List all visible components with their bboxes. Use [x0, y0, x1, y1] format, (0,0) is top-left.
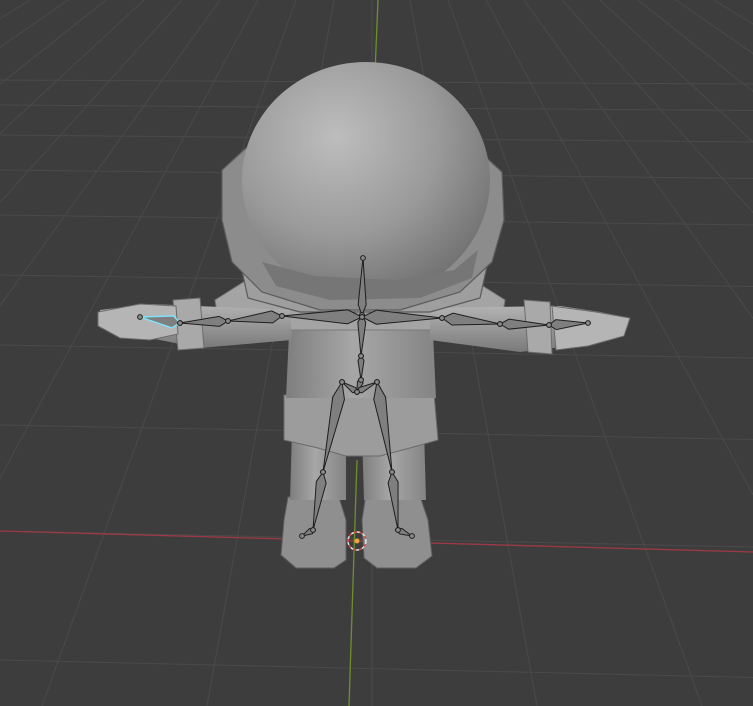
bone-joint[interactable] [585, 320, 591, 326]
grid-line [561, 0, 753, 214]
bone-joint[interactable] [409, 533, 415, 539]
bone-joint[interactable] [497, 321, 503, 327]
y-axis-line-bottom [348, 459, 358, 706]
3d-viewport[interactable] [0, 0, 753, 706]
bone-joint[interactable] [358, 377, 364, 383]
bone-joint[interactable] [339, 379, 345, 385]
helmet-dome[interactable] [242, 62, 490, 298]
bone-joint[interactable] [359, 314, 365, 320]
grid-line [0, 0, 31, 20]
grid-line [637, 0, 753, 92]
bone-joint[interactable] [225, 318, 231, 324]
bone-joint[interactable] [439, 315, 445, 321]
bone-joint[interactable] [354, 389, 360, 395]
bone-joint[interactable] [279, 313, 285, 319]
grid-line [0, 659, 753, 678]
bone-joint[interactable] [358, 353, 364, 359]
bone-joint[interactable] [546, 322, 552, 328]
bone-joint[interactable] [374, 379, 380, 385]
bone-joint[interactable] [395, 527, 401, 533]
viewport-canvas[interactable] [0, 0, 753, 706]
bone-joint[interactable] [320, 469, 326, 475]
grid-line [713, 0, 753, 25]
bone-joint[interactable] [389, 469, 395, 475]
bone-joint[interactable] [360, 255, 366, 261]
bone-joint[interactable] [137, 314, 143, 320]
grid-line [523, 0, 753, 320]
bone-joint[interactable] [177, 320, 183, 326]
bone-joint[interactable] [310, 527, 316, 533]
grid-line [485, 0, 753, 496]
bone-joint[interactable] [299, 533, 305, 539]
